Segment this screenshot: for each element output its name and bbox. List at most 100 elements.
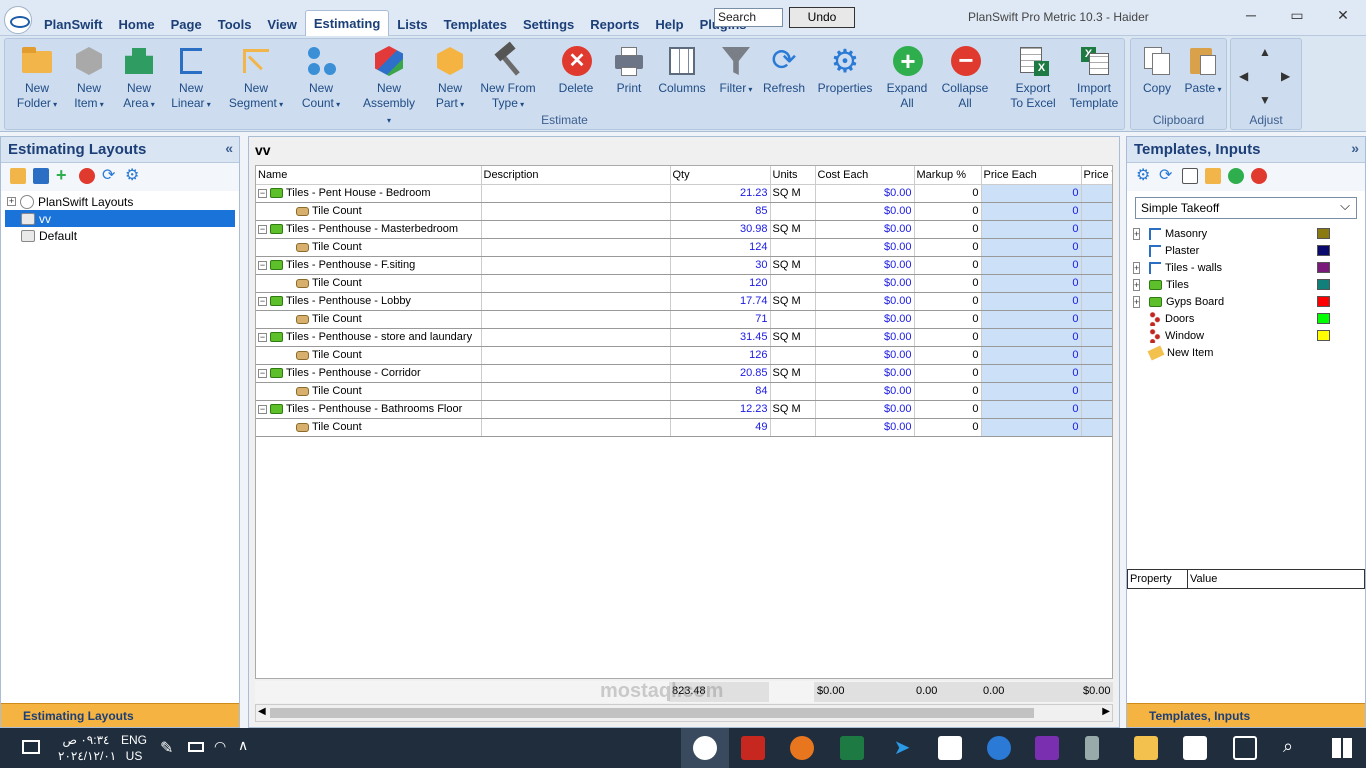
tile-count-row[interactable]: Tile Count 71 $0.00 0 0 — [256, 310, 1112, 329]
row-price-total[interactable] — [1081, 184, 1112, 203]
expand-icon[interactable]: + — [1133, 295, 1141, 308]
row-price-each[interactable]: 0 — [981, 274, 1082, 293]
template-item[interactable]: + Tiles — [1133, 276, 1359, 293]
row-markup[interactable]: 0 — [914, 400, 982, 419]
taskbar-planswift[interactable] — [681, 728, 729, 768]
row-units[interactable] — [770, 310, 816, 329]
row-description[interactable] — [481, 346, 671, 365]
row-qty[interactable]: 120 — [670, 274, 771, 293]
export-excel-button[interactable]: X Export To Excel — [1005, 43, 1061, 111]
menu-tools[interactable]: Tools — [210, 10, 260, 36]
template-item[interactable]: New Item — [1133, 344, 1359, 361]
row-markup[interactable]: 0 — [914, 364, 982, 383]
arrow-right-icon[interactable]: ▶ — [1281, 69, 1290, 83]
menu-page[interactable]: Page — [163, 10, 210, 36]
row-cost-each[interactable]: $0.00 — [815, 418, 915, 437]
col-price-total[interactable]: Price T — [1081, 166, 1112, 185]
phone-app-icon[interactable] — [1085, 736, 1099, 760]
row-price-each[interactable]: 0 — [981, 238, 1082, 257]
new-from-type-button[interactable]: New From Type — [477, 41, 539, 112]
pen-icon[interactable]: ✎ — [160, 738, 173, 758]
expand-all-button[interactable]: + Expand All — [881, 43, 933, 111]
row-description[interactable] — [481, 292, 671, 311]
gear-icon[interactable]: ⚙ — [125, 168, 141, 184]
delete-button[interactable]: ✕ Delete — [553, 43, 599, 96]
row-price-total[interactable] — [1081, 220, 1112, 239]
gear-icon[interactable]: ⚙ — [1136, 168, 1152, 184]
collapse-icon[interactable]: − — [258, 296, 267, 306]
estimate-item-row[interactable]: − Tiles - Pent House - Bedroom 21.23 SQ M $0… — [256, 184, 1112, 203]
row-cost-each[interactable]: $0.00 — [815, 364, 915, 383]
row-price-total[interactable] — [1081, 382, 1112, 401]
row-description[interactable] — [481, 238, 671, 257]
menu-reports[interactable]: Reports — [582, 10, 647, 36]
row-markup[interactable]: 0 — [914, 328, 982, 347]
add-icon[interactable] — [1228, 168, 1244, 184]
row-price-each[interactable]: 0 — [981, 220, 1082, 239]
planswift-logo-icon[interactable] — [4, 6, 32, 34]
row-units[interactable] — [770, 202, 816, 221]
row-price-total[interactable] — [1081, 418, 1112, 437]
estimate-item-row[interactable]: − Tiles - Penthouse - store and laundary 3… — [256, 328, 1112, 347]
search-input[interactable]: Search — [714, 8, 783, 27]
row-price-each[interactable]: 0 — [981, 256, 1082, 275]
collapse-panel-icon[interactable]: « — [225, 140, 233, 156]
paste-button[interactable]: Paste — [1181, 43, 1225, 97]
tile-count-row[interactable]: Tile Count 85 $0.00 0 0 — [256, 202, 1112, 221]
tile-count-row[interactable]: Tile Count 124 $0.00 0 0 — [256, 238, 1112, 257]
row-price-each[interactable]: 0 — [981, 418, 1082, 437]
left-panel-footer-tab[interactable]: Estimating Layouts — [1, 703, 239, 727]
row-description[interactable] — [481, 310, 671, 329]
row-description[interactable] — [481, 220, 671, 239]
row-qty[interactable]: 71 — [670, 310, 771, 329]
template-item[interactable]: Doors — [1133, 310, 1359, 327]
store-icon[interactable] — [1183, 736, 1207, 760]
menu-planswift[interactable]: PlanSwift — [36, 10, 111, 36]
folder-icon[interactable] — [10, 168, 26, 184]
collapse-icon[interactable]: − — [258, 260, 267, 270]
row-qty[interactable]: 84 — [670, 382, 771, 401]
search-icon[interactable]: ⌕ — [1283, 736, 1293, 757]
row-units[interactable]: SQ M — [770, 364, 816, 383]
row-qty[interactable]: 12.23 — [670, 400, 771, 419]
columns-button[interactable]: Columns — [655, 43, 709, 96]
menu-templates[interactable]: Templates — [436, 10, 515, 36]
scroll-right-icon[interactable]: ▶ — [1102, 706, 1110, 717]
menu-estimating[interactable]: Estimating — [304, 10, 390, 36]
color-swatch[interactable] — [1317, 245, 1330, 256]
template-item[interactable]: + Tiles - walls — [1133, 259, 1359, 276]
new-part-button[interactable]: New Part — [425, 43, 475, 112]
row-price-each[interactable]: 0 — [981, 310, 1082, 329]
color-swatch[interactable] — [1317, 262, 1330, 273]
menu-settings[interactable]: Settings — [515, 10, 582, 36]
row-cost-each[interactable]: $0.00 — [815, 400, 915, 419]
refresh-icon[interactable]: ⟳ — [102, 168, 118, 184]
expand-icon[interactable]: + — [7, 197, 16, 206]
collapse-icon[interactable]: − — [258, 332, 267, 342]
row-qty[interactable]: 30.98 — [670, 220, 771, 239]
menu-help[interactable]: Help — [647, 10, 691, 36]
row-qty[interactable]: 126 — [670, 346, 771, 365]
arrow-up-icon[interactable]: ▲ — [1259, 45, 1271, 59]
collapse-icon[interactable]: − — [258, 404, 267, 414]
row-units[interactable]: SQ M — [770, 220, 816, 239]
color-swatch[interactable] — [1317, 279, 1330, 290]
row-units[interactable]: SQ M — [770, 400, 816, 419]
send-icon[interactable]: ➤ — [890, 736, 914, 760]
row-description[interactable] — [481, 184, 671, 203]
color-swatch[interactable] — [1317, 313, 1330, 324]
row-price-total[interactable] — [1081, 202, 1112, 221]
row-markup[interactable]: 0 — [914, 346, 982, 365]
new-folder-icon[interactable] — [1205, 168, 1221, 184]
row-units[interactable]: SQ M — [770, 256, 816, 275]
row-markup[interactable]: 0 — [914, 238, 982, 257]
onenote-icon[interactable] — [1035, 736, 1059, 760]
row-price-each[interactable]: 0 — [981, 184, 1082, 203]
pdf-app-icon[interactable] — [741, 736, 765, 760]
tree-item-planswift-layouts[interactable]: + PlanSwift Layouts — [5, 193, 235, 210]
horizontal-scrollbar[interactable]: ◀ ▶ — [255, 704, 1113, 722]
menu-view[interactable]: View — [259, 10, 304, 36]
right-panel-footer-tab[interactable]: Templates, Inputs — [1127, 703, 1365, 727]
row-description[interactable] — [481, 202, 671, 221]
template-item[interactable]: + Masonry — [1133, 225, 1359, 242]
